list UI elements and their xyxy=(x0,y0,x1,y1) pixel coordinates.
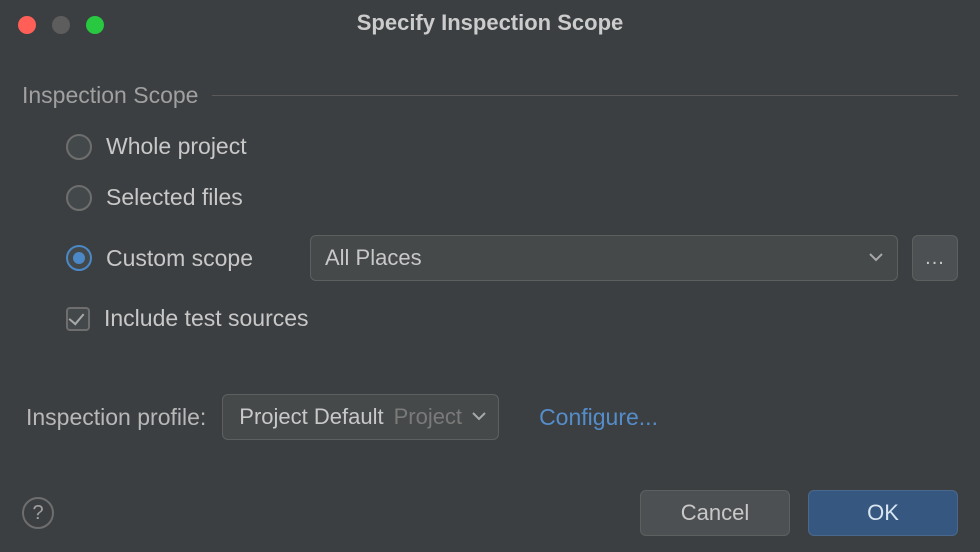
configure-link[interactable]: Configure... xyxy=(539,404,658,431)
section-header: Inspection Scope xyxy=(22,82,958,109)
checkbox-icon xyxy=(66,307,90,331)
close-window-button[interactable] xyxy=(18,16,36,34)
profile-label: Inspection profile: xyxy=(26,404,206,431)
radio-custom-scope-row: Custom scope All Places ... xyxy=(66,235,958,281)
dialog-content: Inspection Scope Whole project Selected … xyxy=(0,46,980,440)
footer-buttons: Cancel OK xyxy=(640,490,958,536)
scope-radio-group: Whole project Selected files Custom scop… xyxy=(22,133,958,332)
ok-button[interactable]: OK xyxy=(808,490,958,536)
radio-whole-project[interactable]: Whole project xyxy=(66,133,958,160)
radio-custom-scope[interactable]: Custom scope xyxy=(66,245,296,272)
section-divider xyxy=(212,95,958,96)
profile-suffix: Project xyxy=(394,404,462,430)
radio-icon xyxy=(66,134,92,160)
maximize-window-button[interactable] xyxy=(86,16,104,34)
radio-icon xyxy=(66,245,92,271)
radio-icon xyxy=(66,185,92,211)
window-controls xyxy=(18,16,104,34)
scope-browse-button[interactable]: ... xyxy=(912,235,958,281)
help-button[interactable]: ? xyxy=(22,497,54,529)
combo-value: All Places xyxy=(325,245,422,271)
minimize-window-button[interactable] xyxy=(52,16,70,34)
radio-label: Custom scope xyxy=(106,245,253,272)
cancel-button[interactable]: Cancel xyxy=(640,490,790,536)
custom-scope-combobox[interactable]: All Places xyxy=(310,235,898,281)
button-label: OK xyxy=(867,500,899,526)
chevron-down-icon xyxy=(869,249,883,267)
dialog-footer: ? Cancel OK xyxy=(22,490,958,536)
dialog-title: Specify Inspection Scope xyxy=(14,10,966,36)
include-test-sources-checkbox[interactable]: Include test sources xyxy=(66,305,958,332)
radio-label: Whole project xyxy=(106,133,247,160)
titlebar: Specify Inspection Scope xyxy=(0,0,980,46)
button-label: Cancel xyxy=(681,500,749,526)
radio-selected-files[interactable]: Selected files xyxy=(66,184,958,211)
chevron-down-icon xyxy=(472,408,486,426)
section-title: Inspection Scope xyxy=(22,82,198,109)
inspection-profile-combobox[interactable]: Project Default Project xyxy=(222,394,499,440)
checkbox-label: Include test sources xyxy=(104,305,309,332)
radio-label: Selected files xyxy=(106,184,243,211)
ellipsis-icon: ... xyxy=(925,247,945,270)
inspection-profile-row: Inspection profile: Project Default Proj… xyxy=(22,394,958,440)
profile-value: Project Default xyxy=(239,404,383,430)
question-icon: ? xyxy=(32,502,43,525)
